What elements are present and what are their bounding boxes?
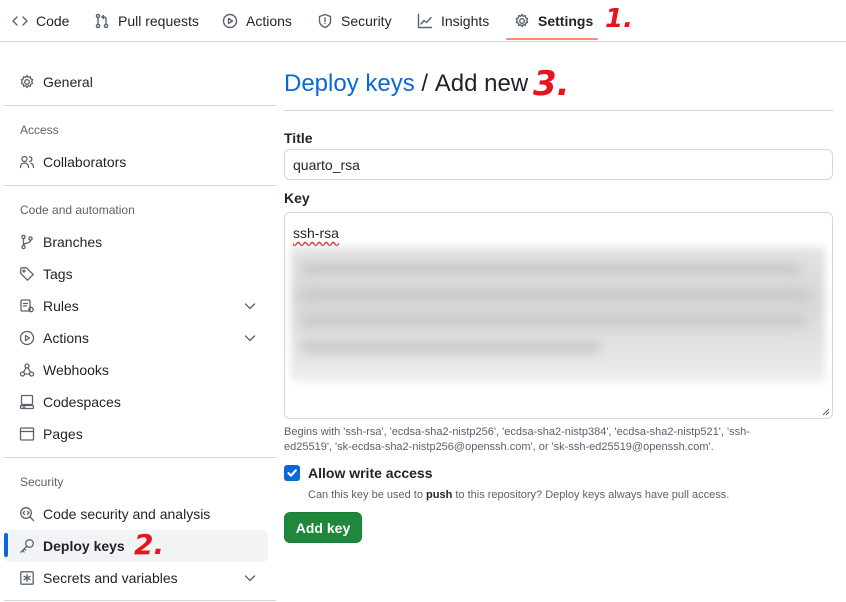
key-label: Key (284, 190, 310, 206)
sidebar-item-codespaces[interactable]: Codespaces (4, 386, 268, 418)
people-icon (19, 155, 35, 169)
codescan-icon (20, 507, 35, 522)
tab-label: Pull requests (118, 13, 199, 29)
active-indicator (4, 533, 8, 557)
key-textarea[interactable]: ssh-rsa (284, 212, 833, 419)
sidebar-item-label: Collaborators (43, 154, 127, 170)
browser-icon (19, 427, 35, 441)
codespaces-icon (19, 394, 35, 410)
title-input[interactable] (284, 149, 833, 180)
sidebar-divider (4, 105, 276, 106)
annotation-1: 1. (605, 4, 633, 34)
tab-label: Security (341, 13, 392, 29)
help-text-push: push (426, 489, 453, 501)
sidebar-item-label: Pages (43, 426, 83, 442)
sidebar-divider (4, 600, 276, 601)
resize-grip-icon[interactable] (822, 408, 830, 416)
allow-write-checkbox[interactable] (284, 465, 300, 481)
tab-label: Settings (538, 13, 594, 29)
tab-code[interactable]: Code (12, 0, 69, 42)
tab-label: Actions (246, 13, 292, 29)
webhook-icon (19, 363, 35, 377)
tab-actions[interactable]: Actions (222, 0, 292, 42)
redacted-line (301, 263, 801, 275)
tab-label: Code (36, 13, 70, 29)
key-value: ssh-rsa (293, 225, 339, 241)
tab-insights[interactable]: Insights (417, 0, 489, 42)
allow-write-help: Can this key be used to push to this rep… (308, 489, 729, 501)
tab-pull-requests[interactable]: Pull requests (94, 0, 199, 42)
sidebar-item-actions[interactable]: Actions (4, 322, 268, 354)
tab-label: Insights (441, 13, 490, 29)
sidebar-item-label: Codespaces (43, 394, 121, 410)
sidebar-item-branches[interactable]: Branches (4, 226, 268, 258)
sidebar-item-label: General (43, 74, 93, 90)
sidebar-item-secrets-variables[interactable]: Secrets and variables (4, 562, 268, 594)
chevron-down-icon[interactable] (242, 298, 258, 314)
play-icon (222, 13, 238, 29)
shield-icon (318, 13, 332, 29)
heading-divider (284, 110, 833, 111)
key-format-hint: Begins with 'ssh-rsa', 'ecdsa-sha2-nistp… (284, 426, 750, 453)
checkmark-icon (287, 469, 297, 477)
breadcrumb-separator: / (414, 70, 435, 97)
pull-request-icon (95, 13, 109, 29)
sidebar-item-general[interactable]: General (4, 66, 268, 98)
tag-icon (20, 267, 34, 281)
breadcrumb-deploy-keys-link[interactable]: Deploy keys (284, 70, 415, 98)
redacted-line (301, 289, 811, 301)
sidebar-item-code-security[interactable]: Code security and analysis (4, 498, 268, 530)
branch-icon (21, 234, 33, 250)
allow-write-label[interactable]: Allow write access (308, 465, 433, 481)
sidebar-item-label: Secrets and variables (43, 570, 178, 586)
tab-security[interactable]: Security (317, 0, 392, 42)
sidebar-item-label: Rules (43, 298, 79, 314)
sidebar-item-rules[interactable]: Rules (4, 290, 268, 322)
sidebar-item-collaborators[interactable]: Collaborators (4, 146, 268, 178)
sidebar-item-pages[interactable]: Pages (4, 418, 268, 450)
sidebar-heading-security: Security (20, 475, 64, 489)
help-text-before: Can this key be used to (308, 489, 427, 501)
sidebar-item-label: Deploy keys (43, 538, 125, 554)
redacted-line (301, 315, 806, 327)
add-key-button[interactable]: Add key (284, 512, 362, 543)
annotation-3: 3. (533, 64, 570, 104)
sidebar-heading-code-automation: Code and automation (20, 203, 135, 217)
redacted-line (301, 341, 601, 353)
code-icon (12, 16, 28, 26)
annotation-2: 2. (134, 528, 165, 561)
sidebar-item-label: Branches (43, 234, 103, 250)
sidebar-divider (4, 457, 276, 458)
gear-icon (20, 74, 34, 89)
sidebar-item-tags[interactable]: Tags (4, 258, 268, 290)
help-text-after: to this repository? Deploy keys always h… (452, 489, 730, 501)
chevron-down-icon[interactable] (242, 570, 258, 586)
graph-icon (417, 13, 433, 29)
sidebar-heading-access: Access (20, 123, 59, 137)
selected-tab-underline (506, 38, 598, 40)
sidebar-item-webhooks[interactable]: Webhooks (4, 354, 268, 386)
sidebar-item-label: Tags (43, 266, 73, 282)
tab-settings[interactable]: Settings (514, 0, 593, 42)
gear-icon (515, 13, 529, 28)
sidebar-item-label: Webhooks (43, 362, 109, 378)
page-title: Deploy keys / Add new (284, 70, 528, 98)
rules-icon (20, 299, 34, 313)
title-label: Title (284, 130, 313, 146)
play-icon (19, 330, 35, 346)
asterisk-icon (20, 571, 34, 585)
settings-sidebar: General Access Collaborators Code and au… (0, 42, 280, 602)
key-icon (20, 539, 34, 553)
sidebar-item-label: Actions (43, 330, 89, 346)
sidebar-divider (4, 185, 276, 186)
repo-nav: Code Pull requests Actions Security Insi… (0, 0, 846, 42)
breadcrumb-current: Add new (434, 70, 529, 97)
sidebar-item-label: Code security and analysis (43, 506, 211, 522)
chevron-down-icon[interactable] (242, 330, 258, 346)
